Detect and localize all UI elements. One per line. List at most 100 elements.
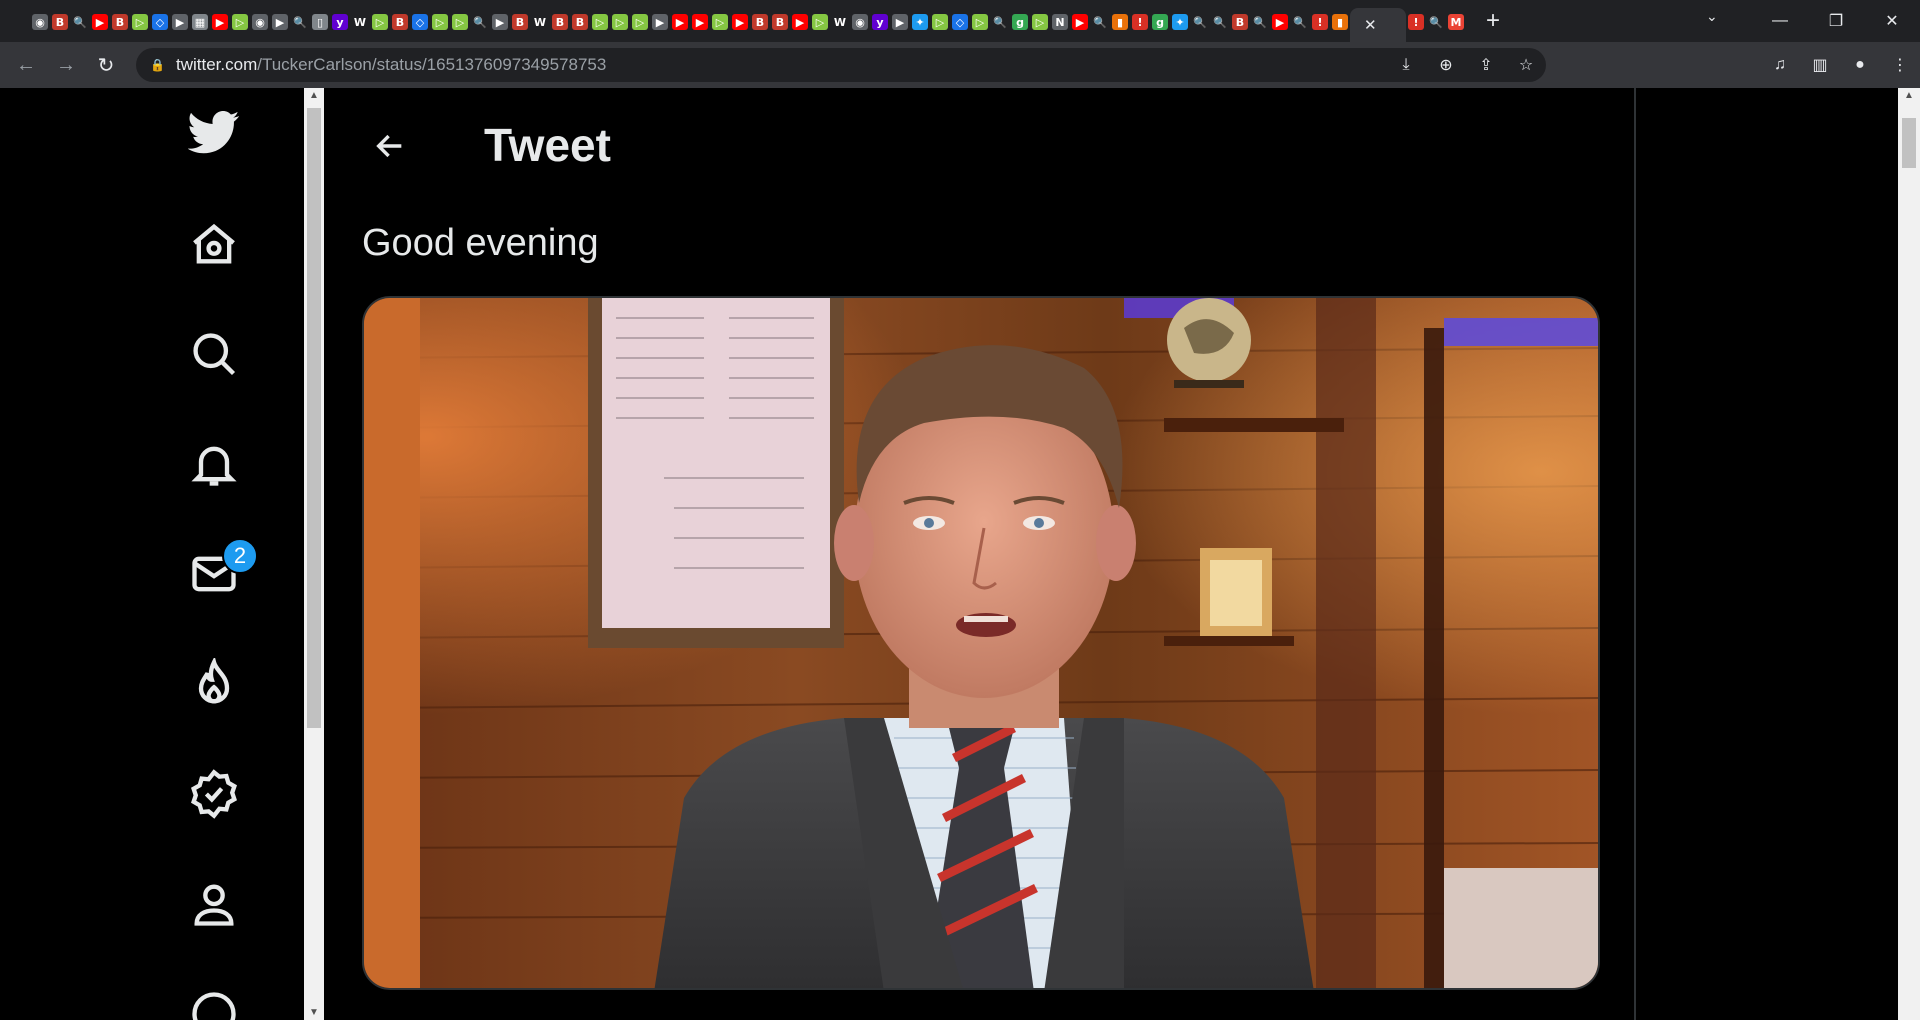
browser-tab[interactable]: ▮ [1330,8,1350,36]
topics-flame-icon[interactable] [182,652,246,716]
sidebar-scrollbar[interactable]: ▲ ▼ [304,88,324,1020]
browser-tab[interactable]: ▶ [670,8,690,36]
browser-tab[interactable]: ◇ [150,8,170,36]
browser-tab[interactable]: ▶ [790,8,810,36]
browser-tab[interactable]: ✦ [910,8,930,36]
browser-tab[interactable]: ▶ [730,8,750,36]
browser-tab[interactable]: ▷ [810,8,830,36]
profile-person-icon[interactable] [182,872,246,936]
browser-tab[interactable]: ! [1406,8,1426,36]
browser-tab[interactable]: ◉ [30,8,50,36]
browser-tab[interactable]: ! [1130,8,1150,36]
forward-nav-icon[interactable]: → [46,54,86,77]
browser-tab[interactable]: N [1050,8,1070,36]
page-scrollbar-thumb[interactable] [1902,118,1916,168]
browser-tab[interactable]: ◉ [250,8,270,36]
zoom-icon[interactable]: ⊕ [1426,55,1466,75]
browser-tab[interactable]: ◇ [950,8,970,36]
browser-tab[interactable]: ▶ [1270,8,1290,36]
browser-tab[interactable]: ▮ [1110,8,1130,36]
minimize-icon[interactable]: — [1752,12,1808,30]
browser-tab[interactable]: ▶ [170,8,190,36]
browser-tab[interactable]: y [870,8,890,36]
new-tab-button[interactable]: + [1478,7,1508,35]
browser-tab[interactable]: g [1150,8,1170,36]
side-panel-icon[interactable]: ▥ [1800,55,1840,75]
menu-kebab-icon[interactable]: ⋮ [1880,55,1920,75]
browser-tab[interactable]: y [330,8,350,36]
explore-search-icon[interactable] [182,322,246,386]
browser-tab[interactable]: 🔍 [1090,8,1110,36]
profile-icon[interactable]: ● [1840,56,1880,74]
browser-tab[interactable]: B [770,8,790,36]
browser-tab[interactable]: 🔍 [1250,8,1270,36]
bookmark-star-icon[interactable]: ☆ [1506,55,1546,75]
close-window-icon[interactable]: ✕ [1864,11,1920,31]
browser-tab[interactable]: W [830,8,850,36]
browser-tab[interactable]: 🔍 [1210,8,1230,36]
browser-tab[interactable]: ▷ [1030,8,1050,36]
browser-tab[interactable]: ◇ [410,8,430,36]
browser-tab[interactable]: B [510,8,530,36]
browser-tab[interactable]: B [50,8,70,36]
browser-tab[interactable]: ▷ [630,8,650,36]
browser-tab[interactable]: 🔍 [1190,8,1210,36]
browser-tab[interactable]: 🔍 [290,8,310,36]
browser-tab[interactable]: ▦ [190,8,210,36]
close-tab-icon[interactable]: ✕ [1364,16,1377,34]
browser-tab[interactable]: ▶ [890,8,910,36]
browser-tab[interactable]: 🔍 [1290,8,1310,36]
browser-tab[interactable]: ▷ [930,8,950,36]
lock-icon[interactable]: 🔒 [150,58,165,72]
messages-envelope-icon[interactable]: 2 [182,538,258,606]
page-scroll-up-arrow-icon[interactable]: ▲ [1898,90,1920,101]
restore-icon[interactable]: ❐ [1808,11,1864,31]
browser-tab[interactable]: ▶ [270,8,290,36]
browser-tab[interactable]: ▷ [370,8,390,36]
browser-tab[interactable]: ▶ [210,8,230,36]
url-text[interactable]: twitter.com/TuckerCarlson/status/1651376… [176,55,606,75]
browser-tab[interactable]: B [750,8,770,36]
browser-tab[interactable]: W [530,8,550,36]
address-bar[interactable]: 🔒 twitter.com/TuckerCarlson/status/16513… [136,48,1546,82]
browser-tab[interactable]: ▶ [650,8,670,36]
media-control-icon[interactable]: ♫ [1760,56,1800,74]
verified-badge-icon[interactable] [182,762,246,826]
browser-tab[interactable]: ▷ [590,8,610,36]
browser-tab[interactable]: ▷ [230,8,250,36]
browser-tab[interactable]: ▷ [130,8,150,36]
browser-tab[interactable]: ◉ [850,8,870,36]
browser-tab[interactable]: ▷ [710,8,730,36]
browser-tab[interactable]: ▷ [450,8,470,36]
browser-tab[interactable]: ! [1310,8,1330,36]
scrollbar-thumb[interactable] [307,108,321,728]
tab-search-icon[interactable]: ⌄ [1706,8,1718,25]
browser-tab[interactable]: 🔍 [470,8,490,36]
more-circle-icon[interactable] [182,982,246,1020]
browser-tab[interactable]: B [570,8,590,36]
browser-tab[interactable]: ▷ [430,8,450,36]
install-app-icon[interactable]: ⤓ [1386,56,1426,74]
browser-tab[interactable]: ▯ [310,8,330,36]
notifications-bell-icon[interactable] [182,432,246,496]
browser-tab[interactable]: M [1446,8,1466,36]
browser-tab[interactable]: W [350,8,370,36]
browser-tab[interactable]: 🔍 [1426,8,1446,36]
twitter-logo-icon[interactable] [182,100,246,164]
browser-tab[interactable]: ▶ [1070,8,1090,36]
reload-icon[interactable]: ↻ [86,53,126,78]
browser-tab[interactable]: g [1010,8,1030,36]
browser-tab[interactable]: 🔍 [990,8,1010,36]
back-nav-icon[interactable]: ← [6,54,46,77]
browser-tab[interactable]: ▷ [610,8,630,36]
home-icon[interactable] [182,212,246,276]
browser-tab[interactable]: B [390,8,410,36]
tweet-video[interactable] [362,296,1600,990]
browser-tab[interactable]: ▶ [490,8,510,36]
browser-tab[interactable]: ▶ [90,8,110,36]
active-browser-tab[interactable]: ✕ [1350,8,1406,42]
page-scrollbar[interactable]: ▲ [1898,88,1920,1020]
browser-tab[interactable]: B [550,8,570,36]
scroll-up-arrow-icon[interactable]: ▲ [304,90,324,101]
browser-tab[interactable]: ▷ [970,8,990,36]
